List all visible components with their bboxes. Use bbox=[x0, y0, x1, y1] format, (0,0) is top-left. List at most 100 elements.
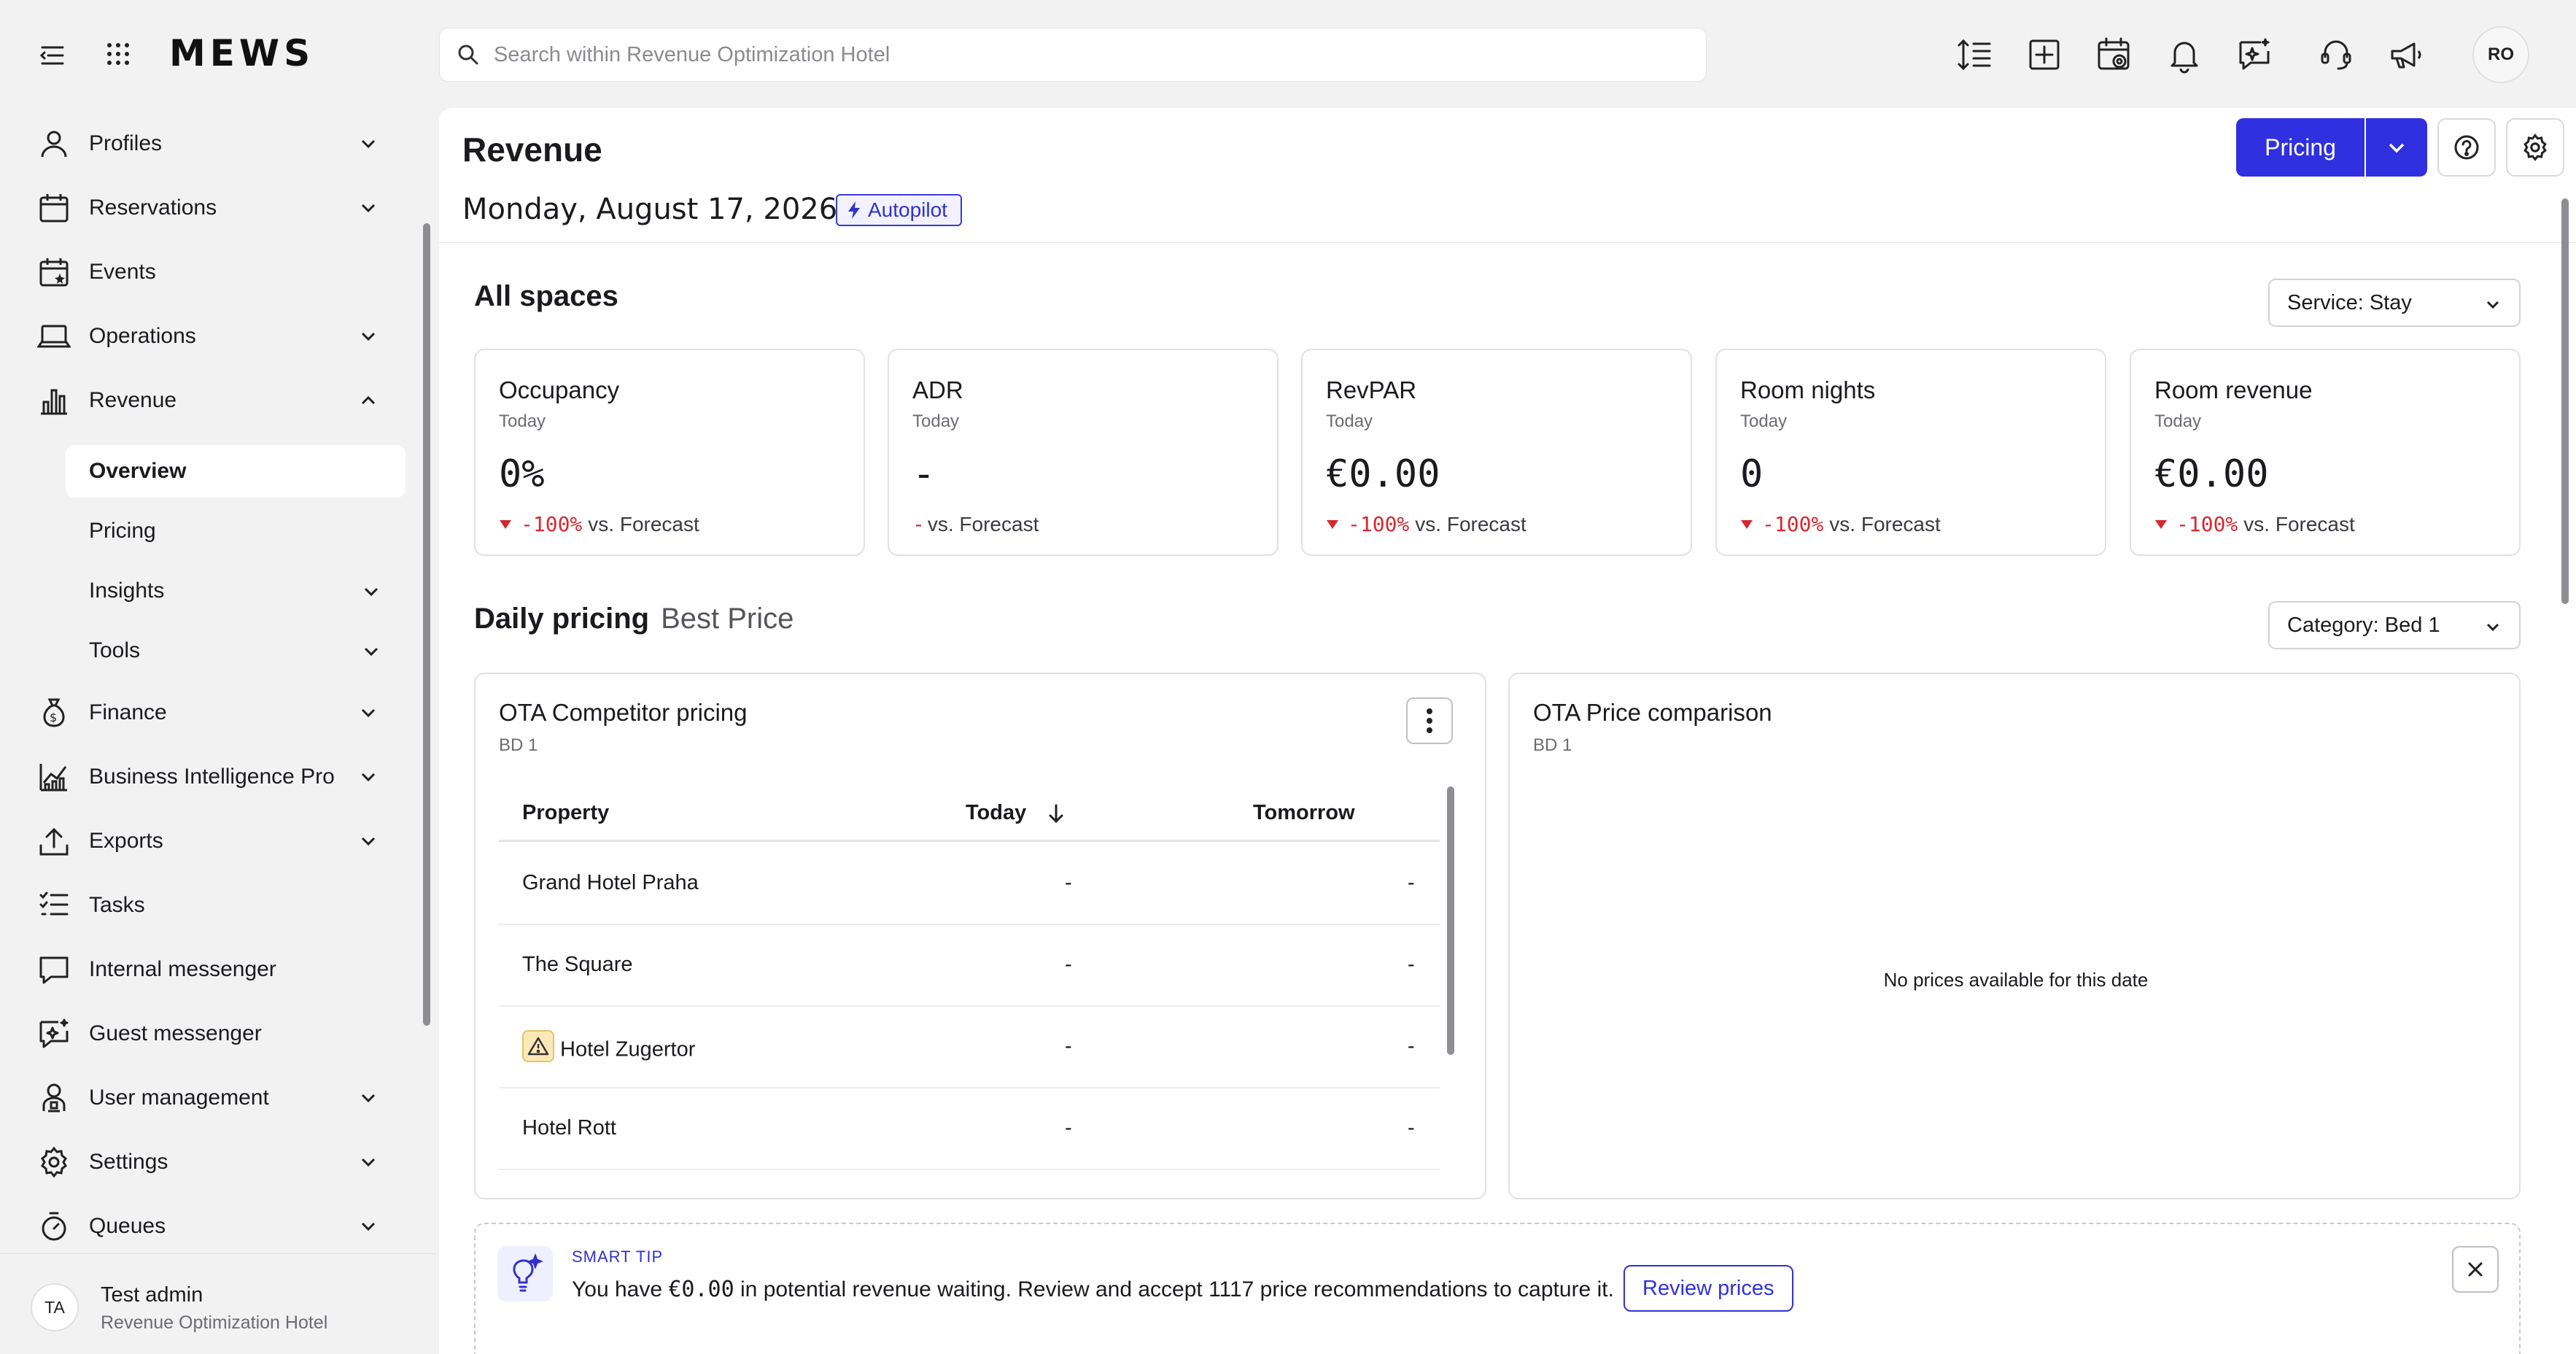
kpi-period: Today bbox=[2154, 411, 2202, 431]
sidebar-item-user-management[interactable]: User management bbox=[35, 1072, 392, 1123]
kpi-period: Today bbox=[1740, 411, 1788, 431]
user-footer-avatar: TA bbox=[31, 1283, 79, 1331]
sidebar-item-profiles[interactable]: Profiles bbox=[35, 118, 392, 169]
panel-title: OTA Competitor pricing bbox=[499, 699, 748, 726]
kpi-title: Room revenue bbox=[2154, 376, 2313, 403]
calendar-view-icon[interactable] bbox=[2095, 35, 2134, 74]
sidebar-item-settings[interactable]: Settings bbox=[35, 1137, 392, 1188]
trend-chart-icon bbox=[35, 758, 73, 796]
sidebar-sub-label: Tools bbox=[89, 638, 141, 662]
sidebar-item-label: Finance bbox=[89, 700, 167, 724]
column-header-property[interactable]: Property bbox=[522, 801, 609, 825]
table-row[interactable]: Grand Hotel Praha - - bbox=[499, 843, 1440, 925]
arrow-down-icon bbox=[1327, 519, 1338, 529]
svg-text:$: $ bbox=[50, 711, 57, 724]
line-height-icon[interactable] bbox=[1955, 35, 1994, 74]
sidebar-scrollbar[interactable] bbox=[423, 223, 430, 1026]
kpi-value: - bbox=[912, 452, 936, 496]
daily-pricing-subtitle: Best Price bbox=[661, 603, 794, 635]
smart-tip-message: You have €0.00 in potential revenue wait… bbox=[572, 1277, 1614, 1302]
settings-button[interactable] bbox=[2506, 118, 2564, 177]
sidebar-item-finance[interactable]: $ Finance bbox=[35, 687, 392, 738]
sidebar-item-business-intelligence-pro[interactable]: Business Intelligence Pro bbox=[35, 751, 392, 802]
pricing-dropdown-button[interactable] bbox=[2366, 118, 2427, 177]
sidebar-item-exports[interactable]: Exports bbox=[35, 816, 392, 867]
help-button[interactable] bbox=[2437, 118, 2496, 177]
daily-pricing-title: Daily pricing Best Price bbox=[474, 603, 794, 635]
sidebar-item-label: Settings bbox=[89, 1150, 168, 1174]
cell-today: - bbox=[1065, 1116, 1072, 1140]
sidebar-item-queues[interactable]: Queues bbox=[35, 1201, 392, 1252]
kpi-value: €0.00 bbox=[1326, 452, 1440, 496]
table-row[interactable]: Hotel Rott - - bbox=[499, 1088, 1440, 1170]
panel-subtitle: BD 1 bbox=[499, 735, 538, 755]
sort-down-icon bbox=[1049, 804, 1063, 824]
stopwatch-icon bbox=[35, 1207, 73, 1245]
cell-property: Hotel Rott bbox=[522, 1116, 616, 1140]
service-select[interactable]: Service: Stay bbox=[2268, 279, 2521, 327]
sidebar-sub-pricing[interactable]: Pricing bbox=[66, 505, 406, 557]
kpi-change-value: -100% bbox=[1348, 512, 1410, 536]
support-icon[interactable] bbox=[2316, 35, 2356, 74]
chevron-down-icon bbox=[2486, 301, 2499, 309]
column-header-today[interactable]: Today bbox=[966, 801, 1066, 825]
category-select[interactable]: Category: Bed 1 bbox=[2268, 601, 2521, 649]
add-square-icon[interactable] bbox=[2025, 35, 2064, 74]
bell-icon[interactable] bbox=[2165, 35, 2204, 74]
sidebar: Profiles Reservations Events Operations … bbox=[0, 108, 438, 1354]
pricing-button[interactable]: Pricing bbox=[2236, 118, 2364, 177]
kpi-change: -100% vs. Forecast bbox=[1326, 512, 1526, 536]
warning-icon[interactable] bbox=[522, 1030, 554, 1062]
table-row[interactable]: Hotel Zugertor - - bbox=[499, 1007, 1440, 1088]
review-prices-button[interactable]: Review prices bbox=[1623, 1265, 1793, 1312]
smart-tip-message-pre: You have bbox=[572, 1277, 669, 1301]
user-avatar[interactable]: RO bbox=[2472, 26, 2529, 83]
sidebar-item-events[interactable]: Events bbox=[35, 247, 392, 298]
announce-icon[interactable] bbox=[2386, 35, 2426, 74]
laptop-icon bbox=[35, 317, 73, 355]
sidebar-sub-insights[interactable]: Insights bbox=[66, 565, 406, 617]
table-scrollbar[interactable] bbox=[1447, 786, 1454, 1055]
sidebar-sub-overview[interactable]: Overview bbox=[66, 445, 406, 498]
sidebar-item-operations[interactable]: Operations bbox=[35, 311, 392, 362]
close-tip-button[interactable] bbox=[2452, 1246, 2499, 1293]
sidebar-item-label: Reservations bbox=[89, 196, 217, 220]
autopilot-label: Autopilot bbox=[868, 198, 947, 221]
sidebar-item-reservations[interactable]: Reservations bbox=[35, 182, 392, 233]
kebab-menu-icon bbox=[1427, 708, 1432, 733]
kpi-change-suffix: vs. Forecast bbox=[1415, 512, 1526, 535]
chat-icon bbox=[35, 951, 73, 989]
sidebar-item-guest-messenger[interactable]: Guest messenger bbox=[35, 1008, 392, 1059]
all-spaces-title: All spaces bbox=[474, 280, 618, 312]
sidebar-item-tasks[interactable]: Tasks bbox=[35, 880, 392, 931]
kpi-change-suffix: vs. Forecast bbox=[588, 512, 699, 535]
search-input[interactable]: Search within Revenue Optimization Hotel bbox=[439, 28, 1707, 82]
column-header-tomorrow[interactable]: Tomorrow bbox=[1253, 801, 1355, 825]
sidebar-item-revenue[interactable]: Revenue bbox=[35, 375, 392, 426]
arrow-down-icon bbox=[500, 519, 511, 529]
cell-tomorrow: - bbox=[1408, 1116, 1415, 1140]
sidebar-item-internal-messenger[interactable]: Internal messenger bbox=[35, 944, 392, 995]
table-row[interactable]: The Square - - bbox=[499, 925, 1440, 1007]
ota-price-comparison-panel: OTA Price comparison BD 1 No prices avai… bbox=[1508, 673, 2521, 1199]
collapse-menu-icon[interactable] bbox=[38, 41, 67, 74]
kpi-change-suffix: vs. Forecast bbox=[2243, 512, 2355, 535]
main-scrollbar[interactable] bbox=[2561, 198, 2569, 604]
kpi-period: Today bbox=[499, 411, 546, 431]
more-options-button[interactable] bbox=[1406, 697, 1453, 744]
sidebar-sub-tools[interactable]: Tools bbox=[66, 624, 406, 677]
apps-grid-icon[interactable] bbox=[105, 41, 131, 71]
cell-today: - bbox=[1065, 871, 1072, 894]
mews-logo[interactable]: MEWS bbox=[169, 32, 314, 74]
kpi-change-value: -100% bbox=[521, 512, 583, 536]
chevron-down-icon bbox=[2389, 143, 2405, 153]
kpi-value: €0.00 bbox=[2154, 452, 2269, 496]
cell-property: The Square bbox=[522, 953, 633, 976]
ai-chat-icon[interactable] bbox=[2235, 35, 2274, 74]
autopilot-badge[interactable]: Autopilot bbox=[836, 194, 962, 226]
money-bag-icon: $ bbox=[35, 694, 73, 732]
user-footer[interactable]: TA Test admin Revenue Optimization Hotel bbox=[0, 1253, 438, 1354]
kpi-title: RevPAR bbox=[1326, 376, 1417, 403]
calendar-star-icon bbox=[35, 253, 73, 291]
kpi-title: ADR bbox=[912, 376, 963, 403]
